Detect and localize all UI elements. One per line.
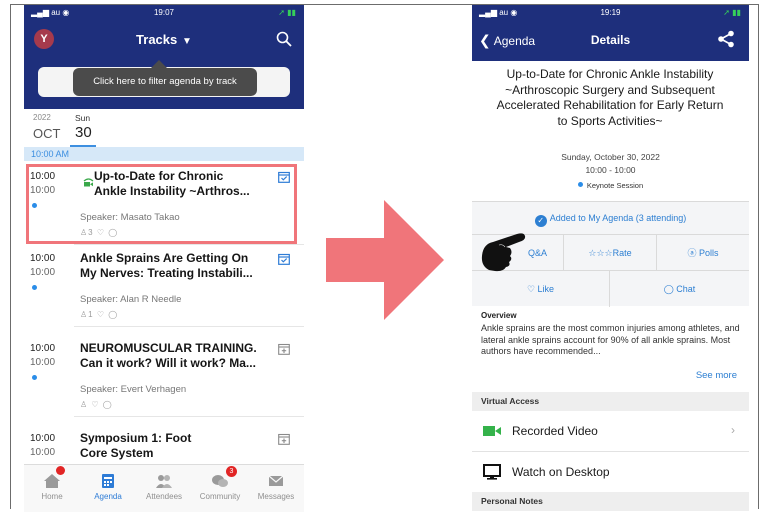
session-title: Up-to-Date for Chronic Ankle Instability… <box>496 67 724 128</box>
row-divider <box>74 326 304 327</box>
recorded-video-row[interactable]: Recorded Video › <box>472 411 749 451</box>
see-more-link[interactable]: See more <box>696 370 737 381</box>
date-month: OCT <box>33 126 61 141</box>
session-title: Symposium 1: Foot Core System <box>80 431 192 460</box>
tab-label: Agenda <box>94 492 122 501</box>
keynote-dot <box>577 182 583 187</box>
polls-icon: ⓐ <box>687 248 699 258</box>
date-selector[interactable]: 2022 OCT Sun 30 <box>24 109 304 147</box>
tab-home[interactable]: Home <box>24 465 80 512</box>
tab-messages[interactable]: Messages <box>248 465 304 512</box>
rate-button[interactable]: ☆☆☆Rate <box>564 235 657 271</box>
chat-bubble-icon: ◯ <box>663 284 677 294</box>
home-icon <box>44 474 60 488</box>
session-end: 10:00 <box>30 357 56 368</box>
status-bar: ▂▄▆ au ◉ 19:07 ➚ ▮▮ <box>24 5 304 19</box>
tab-agenda[interactable]: Agenda <box>80 465 136 512</box>
calendar-check-icon[interactable] <box>278 253 290 265</box>
attendees-icon <box>156 475 172 488</box>
session-end: 10:00 <box>30 447 56 458</box>
session-stats: ♙1 ♡ ◯ <box>80 310 119 319</box>
session-start: 10:00 <box>30 253 56 264</box>
agenda-screen: ▂▄▆ au ◉ 19:07 ➚ ▮▮ Y Tracks ▼ Click her… <box>24 5 304 512</box>
like-button[interactable]: ♡ Like <box>472 271 610 307</box>
calendar-add-icon[interactable] <box>278 343 290 355</box>
tab-community[interactable]: 3 Community <box>192 465 248 512</box>
tab-label: Community <box>199 492 241 501</box>
session-speaker: Speaker: Evert Verhagen <box>80 384 187 395</box>
chevron-right-icon: › <box>731 423 735 437</box>
battery-icon: ➚ ▮▮ <box>723 8 741 17</box>
share-icon[interactable] <box>717 30 735 48</box>
notification-dot <box>56 466 65 475</box>
added-label: Added to My Agenda (3 attending) <box>549 213 687 223</box>
keynote-dot <box>32 375 37 380</box>
date-day: 30 <box>75 124 92 141</box>
session-date: Sunday, October 30, 2022 <box>561 152 660 162</box>
chat-button[interactable]: ◯ Chat <box>610 271 749 307</box>
session-speaker: Speaker: Alan R Needle <box>80 294 182 305</box>
status-bar: ▂▄▆ au ◉ 19:19 ➚ ▮▮ <box>472 5 749 19</box>
session-title: Ankle Sprains Are Getting On My Nerves: T… <box>80 251 253 280</box>
caret-down-icon: ▼ <box>179 36 192 47</box>
tracks-label: Tracks <box>136 32 178 47</box>
overview-text: Ankle sprains are the most common injuri… <box>481 323 740 356</box>
watch-desktop-label: Watch on Desktop <box>512 465 610 479</box>
tab-attendees[interactable]: Attendees <box>136 465 192 512</box>
transition-arrow <box>326 200 444 320</box>
bottom-tab-bar: Home Agenda Attendees 3 Community Messag… <box>24 464 304 512</box>
overview-heading: Overview <box>481 311 517 320</box>
calendar-icon <box>102 474 114 488</box>
time-section-header: 10:00 AM <box>24 147 304 161</box>
session-end: 10:00 <box>30 267 56 278</box>
star-rating-icon: ☆☆☆ <box>588 248 613 258</box>
pointing-hand-icon <box>481 233 526 272</box>
community-badge: 3 <box>226 466 237 477</box>
session-start: 10:00 <box>30 433 56 444</box>
tooltip-pointer <box>151 60 167 68</box>
status-time: 19:19 <box>600 8 621 17</box>
status-time: 19:07 <box>153 8 175 17</box>
session-title: NEUROMUSCULAR TRAINING. Can it work? Will… <box>80 341 257 370</box>
chat-label: Chat <box>676 284 696 294</box>
polls-button[interactable]: ⓐ Polls <box>657 235 749 271</box>
video-camera-icon <box>483 426 501 436</box>
agenda-header: ▂▄▆ au ◉ 19:07 ➚ ▮▮ Y Tracks ▼ Click her… <box>24 5 304 109</box>
recorded-video-label: Recorded Video <box>512 424 598 438</box>
session-details-screen: ▂▄▆ au ◉ 19:19 ➚ ▮▮ ❮ Agenda Details Up-t… <box>472 5 749 512</box>
community-icon <box>212 475 228 487</box>
virtual-access-heading: Virtual Access <box>472 392 749 411</box>
heart-icon: ♡ <box>526 284 538 294</box>
page-title: Details <box>590 33 631 47</box>
battery-icon: ➚ ▮▮ <box>278 8 296 17</box>
filter-tooltip: Click here to filter agenda by track <box>73 68 257 96</box>
row-divider <box>74 416 304 417</box>
keynote-dot <box>32 285 37 290</box>
session-stats: ♙ ♡ ◯ <box>80 400 113 409</box>
session-item[interactable]: 10:00 10:00 Ankle Sprains Are Getting On… <box>24 245 304 327</box>
calendar-add-icon[interactable] <box>278 433 290 445</box>
envelope-icon <box>268 475 284 486</box>
session-type: Keynote Session <box>472 181 749 190</box>
tracks-dropdown[interactable]: Tracks ▼ <box>24 32 304 47</box>
like-label: Like <box>537 284 555 294</box>
desktop-icon <box>483 464 501 480</box>
date-weekday: Sun <box>75 113 91 123</box>
session-start: 10:00 <box>30 343 56 354</box>
watch-desktop-row[interactable]: Watch on Desktop <box>472 452 749 492</box>
details-header: ▂▄▆ au ◉ 19:19 ➚ ▮▮ ❮ Agenda Details <box>472 5 749 61</box>
tab-label: Home <box>41 492 63 501</box>
personal-notes-heading: Personal Notes <box>472 492 749 511</box>
session-time: 10:00 - 10:00 <box>585 165 636 175</box>
date-year: 2022 <box>33 113 51 122</box>
rate-label: Rate <box>612 248 632 258</box>
session-item[interactable]: 10:00 10:00 NEUROMUSCULAR TRAINING. Can i… <box>24 335 304 417</box>
selected-session-highlight <box>26 164 297 244</box>
tab-label: Attendees <box>145 492 183 501</box>
tab-label: Messages <box>257 492 295 501</box>
search-icon[interactable] <box>276 31 292 47</box>
polls-label: Polls <box>699 248 719 258</box>
